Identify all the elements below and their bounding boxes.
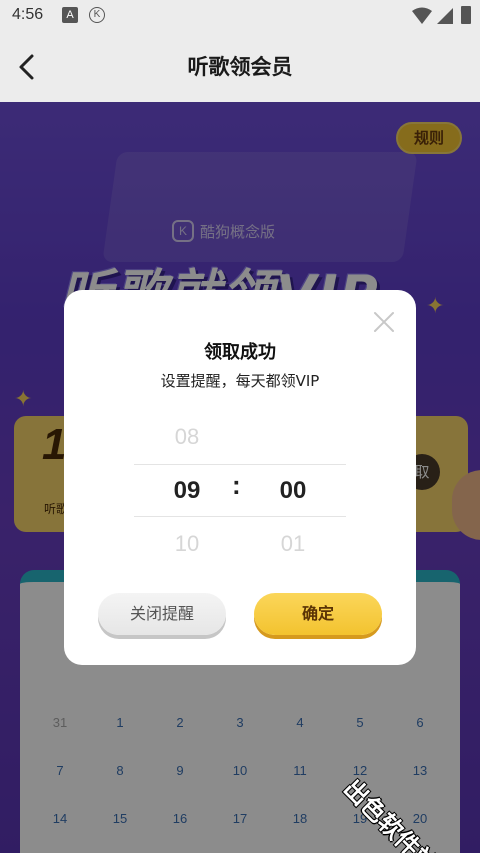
reminder-dialog: 领取成功 设置提醒，每天都领VIP 08 09 10 : 00 01 关闭提醒 … xyxy=(64,290,416,665)
time-separator: : xyxy=(232,470,241,500)
status-time: 4:56 xyxy=(12,6,44,23)
signal-icon xyxy=(437,8,453,24)
wifi-icon xyxy=(412,7,432,24)
hour-prev[interactable]: 08 xyxy=(157,424,217,450)
dialog-subtitle: 设置提醒，每天都领VIP xyxy=(160,372,320,390)
notification-k-icon: K xyxy=(89,7,105,23)
minute-selected[interactable]: 00 xyxy=(263,477,323,505)
picker-divider xyxy=(134,516,346,517)
confirm-button[interactable]: 确定 xyxy=(254,593,382,635)
time-picker[interactable]: 08 09 10 : 00 01 xyxy=(134,420,346,570)
back-arrow-icon[interactable] xyxy=(10,50,44,84)
dialog-title: 领取成功 xyxy=(204,342,276,363)
status-bar: 4:56 A K xyxy=(0,0,480,32)
notification-a-icon: A xyxy=(62,7,78,23)
picker-divider xyxy=(134,464,346,465)
close-reminder-button[interactable]: 关闭提醒 xyxy=(98,593,226,635)
app-bar: 听歌领会员 xyxy=(0,32,480,102)
page-title: 听歌领会员 xyxy=(187,55,293,79)
hour-next[interactable]: 10 xyxy=(157,531,217,557)
hour-selected[interactable]: 09 xyxy=(157,477,217,505)
battery-icon xyxy=(461,6,471,24)
minute-next[interactable]: 01 xyxy=(263,531,323,557)
close-icon[interactable] xyxy=(372,310,396,334)
